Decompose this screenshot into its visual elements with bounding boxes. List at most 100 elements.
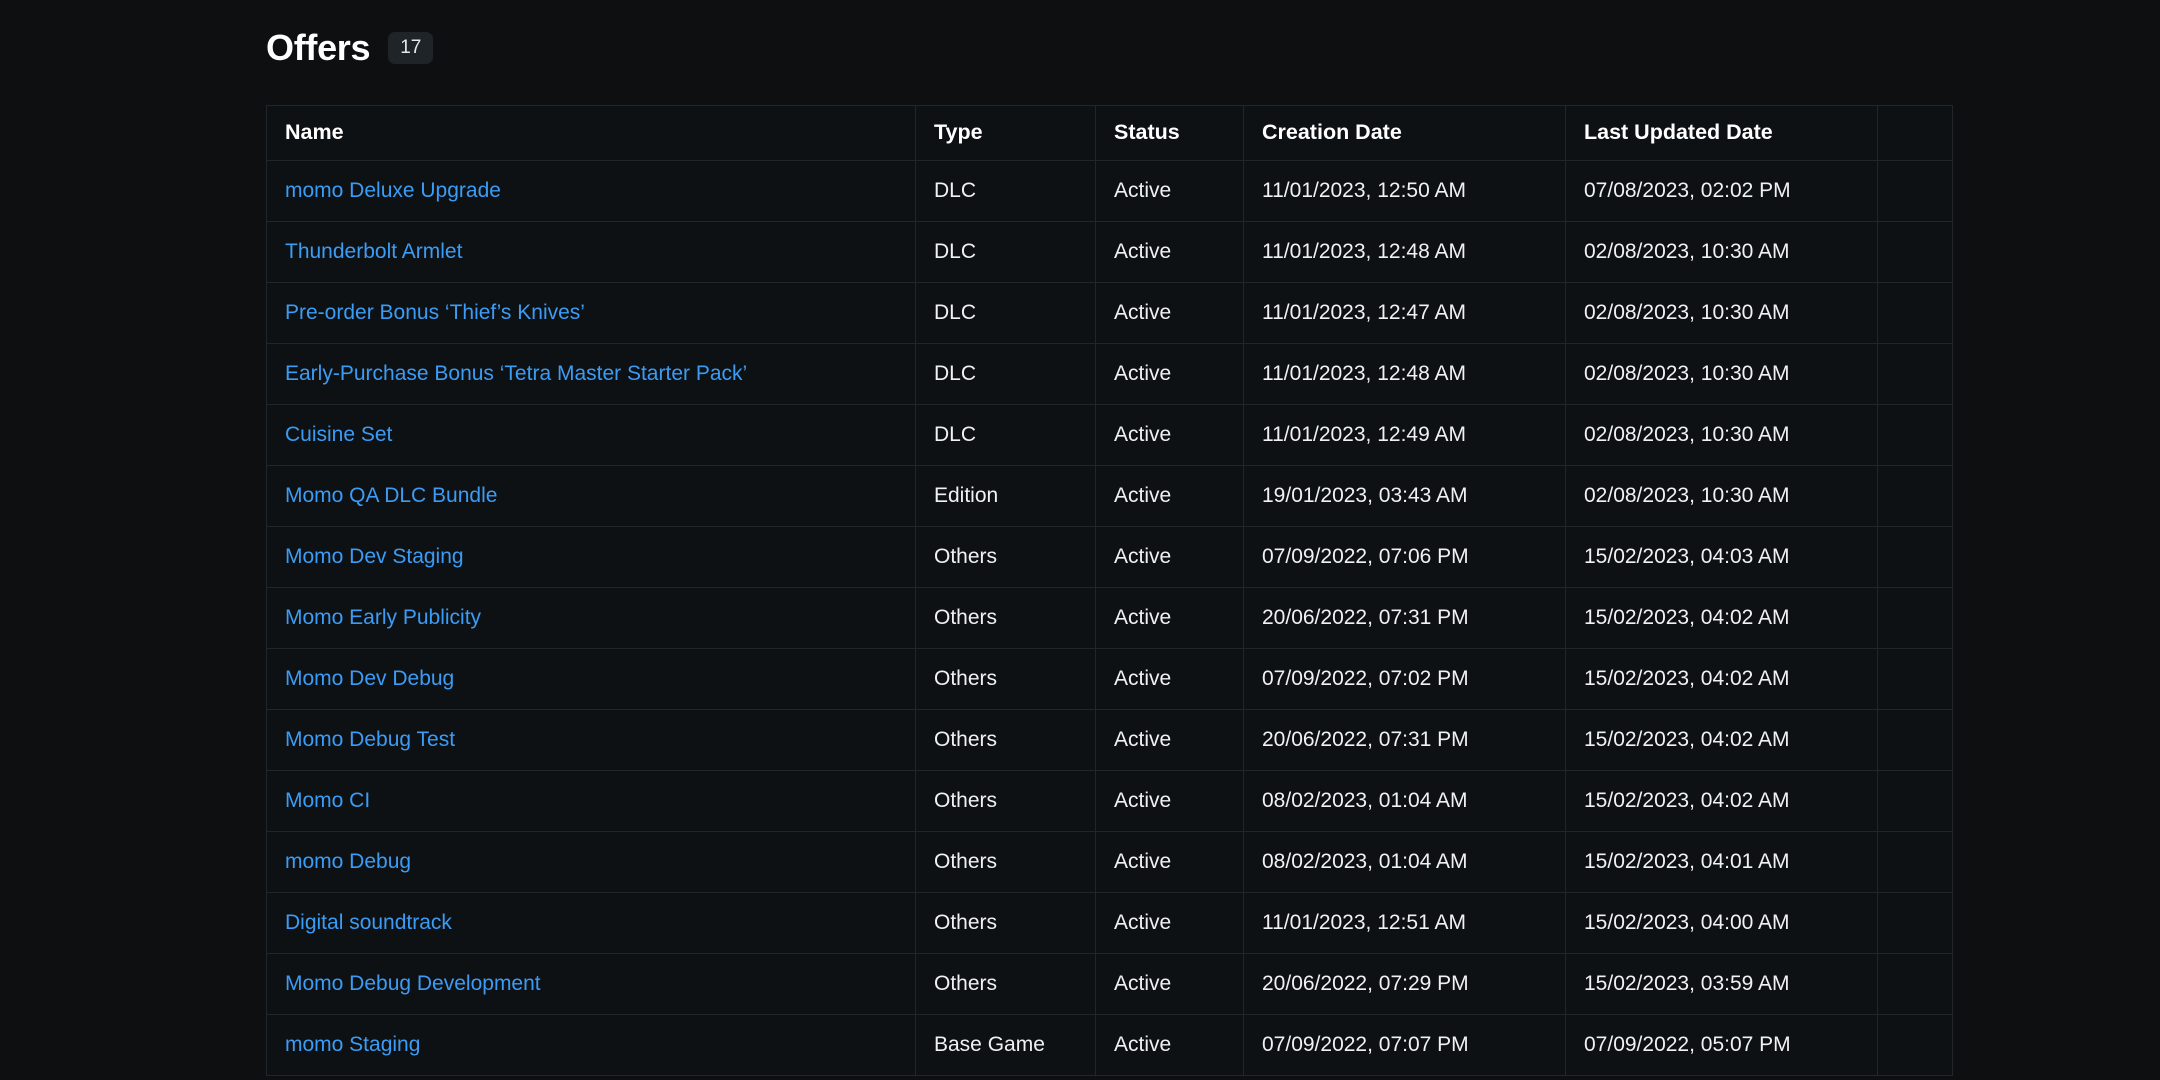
cell-name: Momo QA DLC Bundle: [266, 465, 916, 527]
cell-last-updated-date: 02/08/2023, 10:30 AM: [1565, 282, 1878, 344]
cell-type: Others: [915, 587, 1096, 649]
table-row: Momo Debug Development Others Active 20/…: [266, 953, 1953, 1015]
column-header-last-updated-date[interactable]: Last Updated Date: [1565, 105, 1878, 161]
cell-name: Momo Debug Development: [266, 953, 916, 1015]
cell-actions[interactable]: [1877, 221, 1953, 283]
cell-creation-date: 20/06/2022, 07:31 PM: [1243, 709, 1566, 771]
column-header-type[interactable]: Type: [915, 105, 1096, 161]
cell-type: DLC: [915, 343, 1096, 405]
cell-type: Base Game: [915, 1014, 1096, 1076]
cell-type: Others: [915, 648, 1096, 710]
offers-table-body: momo Deluxe Upgrade DLC Active 11/01/202…: [266, 160, 1953, 1076]
cell-creation-date: 11/01/2023, 12:49 AM: [1243, 404, 1566, 466]
cell-type: DLC: [915, 160, 1096, 222]
cell-creation-date: 07/09/2022, 07:07 PM: [1243, 1014, 1566, 1076]
offer-name-link[interactable]: Pre-order Bonus ‘Thief’s Knives’: [285, 301, 585, 324]
cell-status: Active: [1095, 526, 1244, 588]
cell-actions[interactable]: [1877, 526, 1953, 588]
cell-name: Cuisine Set: [266, 404, 916, 466]
cell-status: Active: [1095, 587, 1244, 649]
cell-name: Momo Dev Debug: [266, 648, 916, 710]
cell-status: Active: [1095, 770, 1244, 832]
cell-creation-date: 20/06/2022, 07:29 PM: [1243, 953, 1566, 1015]
offer-name-link[interactable]: momo Staging: [285, 1033, 420, 1056]
cell-status: Active: [1095, 221, 1244, 283]
offer-name-link[interactable]: Thunderbolt Armlet: [285, 240, 462, 263]
cell-status: Active: [1095, 282, 1244, 344]
cell-last-updated-date: 07/08/2023, 02:02 PM: [1565, 160, 1878, 222]
cell-name: Digital soundtrack: [266, 892, 916, 954]
offer-name-link[interactable]: momo Deluxe Upgrade: [285, 179, 501, 202]
column-header-status[interactable]: Status: [1095, 105, 1244, 161]
cell-status: Active: [1095, 953, 1244, 1015]
offer-name-link[interactable]: Digital soundtrack: [285, 911, 452, 934]
table-row: momo Deluxe Upgrade DLC Active 11/01/202…: [266, 160, 1953, 222]
offer-name-link[interactable]: Early-Purchase Bonus ‘Tetra Master Start…: [285, 362, 747, 385]
cell-creation-date: 08/02/2023, 01:04 AM: [1243, 831, 1566, 893]
cell-status: Active: [1095, 709, 1244, 771]
table-row: Momo QA DLC Bundle Edition Active 19/01/…: [266, 465, 1953, 527]
offer-name-link[interactable]: Momo QA DLC Bundle: [285, 484, 497, 507]
cell-last-updated-date: 15/02/2023, 04:02 AM: [1565, 709, 1878, 771]
cell-creation-date: 11/01/2023, 12:51 AM: [1243, 892, 1566, 954]
table-row: Cuisine Set DLC Active 11/01/2023, 12:49…: [266, 404, 1953, 466]
table-row: Momo Debug Test Others Active 20/06/2022…: [266, 709, 1953, 771]
offer-name-link[interactable]: Cuisine Set: [285, 423, 392, 446]
cell-actions[interactable]: [1877, 587, 1953, 649]
offer-name-link[interactable]: Momo Dev Staging: [285, 545, 464, 568]
column-header-creation-date[interactable]: Creation Date: [1243, 105, 1566, 161]
cell-creation-date: 11/01/2023, 12:48 AM: [1243, 221, 1566, 283]
cell-creation-date: 19/01/2023, 03:43 AM: [1243, 465, 1566, 527]
cell-type: Others: [915, 831, 1096, 893]
cell-creation-date: 07/09/2022, 07:02 PM: [1243, 648, 1566, 710]
cell-actions[interactable]: [1877, 831, 1953, 893]
offers-table: Name Type Status Creation Date Last Upda…: [266, 105, 1953, 1076]
cell-actions[interactable]: [1877, 465, 1953, 527]
offer-name-link[interactable]: momo Debug: [285, 850, 411, 873]
cell-name: Momo CI: [266, 770, 916, 832]
offer-name-link[interactable]: Momo CI: [285, 789, 370, 812]
cell-name: Momo Debug Test: [266, 709, 916, 771]
table-row: Early-Purchase Bonus ‘Tetra Master Start…: [266, 343, 1953, 405]
cell-name: Pre-order Bonus ‘Thief’s Knives’: [266, 282, 916, 344]
cell-last-updated-date: 15/02/2023, 04:02 AM: [1565, 648, 1878, 710]
table-row: Digital soundtrack Others Active 11/01/2…: [266, 892, 1953, 954]
cell-last-updated-date: 15/02/2023, 04:02 AM: [1565, 587, 1878, 649]
cell-actions[interactable]: [1877, 709, 1953, 771]
table-row: Momo CI Others Active 08/02/2023, 01:04 …: [266, 770, 1953, 832]
cell-last-updated-date: 15/02/2023, 04:01 AM: [1565, 831, 1878, 893]
table-row: Momo Early Publicity Others Active 20/06…: [266, 587, 1953, 649]
cell-status: Active: [1095, 160, 1244, 222]
offer-name-link[interactable]: Momo Debug Test: [285, 728, 455, 751]
offers-page: Offers 17 Name Type Status Creation Date…: [0, 0, 2160, 1080]
offer-name-link[interactable]: Momo Debug Development: [285, 972, 541, 995]
column-header-actions: [1877, 105, 1953, 161]
cell-actions[interactable]: [1877, 892, 1953, 954]
table-row: momo Debug Others Active 08/02/2023, 01:…: [266, 831, 1953, 893]
cell-actions[interactable]: [1877, 343, 1953, 405]
cell-actions[interactable]: [1877, 953, 1953, 1015]
offers-table-container: Name Type Status Creation Date Last Upda…: [266, 105, 1953, 1076]
cell-status: Active: [1095, 465, 1244, 527]
cell-actions[interactable]: [1877, 648, 1953, 710]
cell-actions[interactable]: [1877, 404, 1953, 466]
cell-status: Active: [1095, 404, 1244, 466]
cell-actions[interactable]: [1877, 160, 1953, 222]
cell-actions[interactable]: [1877, 282, 1953, 344]
offer-name-link[interactable]: Momo Dev Debug: [285, 667, 454, 690]
cell-last-updated-date: 15/02/2023, 04:00 AM: [1565, 892, 1878, 954]
cell-creation-date: 11/01/2023, 12:47 AM: [1243, 282, 1566, 344]
cell-status: Active: [1095, 892, 1244, 954]
cell-name: Early-Purchase Bonus ‘Tetra Master Start…: [266, 343, 916, 405]
cell-creation-date: 11/01/2023, 12:48 AM: [1243, 343, 1566, 405]
table-row: Momo Dev Staging Others Active 07/09/202…: [266, 526, 1953, 588]
offer-name-link[interactable]: Momo Early Publicity: [285, 606, 481, 629]
cell-name: momo Debug: [266, 831, 916, 893]
cell-name: momo Staging: [266, 1014, 916, 1076]
cell-last-updated-date: 15/02/2023, 04:03 AM: [1565, 526, 1878, 588]
column-header-name[interactable]: Name: [266, 105, 916, 161]
cell-actions[interactable]: [1877, 1014, 1953, 1076]
cell-actions[interactable]: [1877, 770, 1953, 832]
cell-name: momo Deluxe Upgrade: [266, 160, 916, 222]
cell-last-updated-date: 02/08/2023, 10:30 AM: [1565, 404, 1878, 466]
